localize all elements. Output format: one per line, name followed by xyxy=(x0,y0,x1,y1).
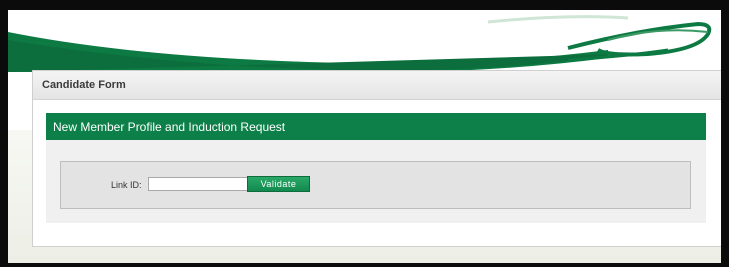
validate-button[interactable]: Validate xyxy=(247,176,310,192)
window-frame-left xyxy=(0,0,8,267)
window-frame-top xyxy=(0,0,729,10)
form-heading-bar: New Member Profile and Induction Request xyxy=(46,113,706,140)
panel-title: Candidate Form xyxy=(42,79,126,91)
link-id-input[interactable] xyxy=(148,177,248,191)
form-heading: New Member Profile and Induction Request xyxy=(53,120,286,134)
link-id-row: Link ID: Validate xyxy=(60,161,691,209)
link-id-label: Link ID: xyxy=(111,180,142,190)
candidate-form-panel: Candidate Form New Member Profile and In… xyxy=(32,70,721,247)
header-swoosh-logo xyxy=(8,15,712,72)
window-frame-right xyxy=(721,0,729,267)
page-canvas: Candidate Form New Member Profile and In… xyxy=(8,10,721,263)
panel-header: Candidate Form xyxy=(33,71,721,100)
window-frame-bottom xyxy=(0,263,729,267)
browser-window: Candidate Form New Member Profile and In… xyxy=(0,0,729,267)
form-body: New Member Profile and Induction Request… xyxy=(46,113,706,223)
